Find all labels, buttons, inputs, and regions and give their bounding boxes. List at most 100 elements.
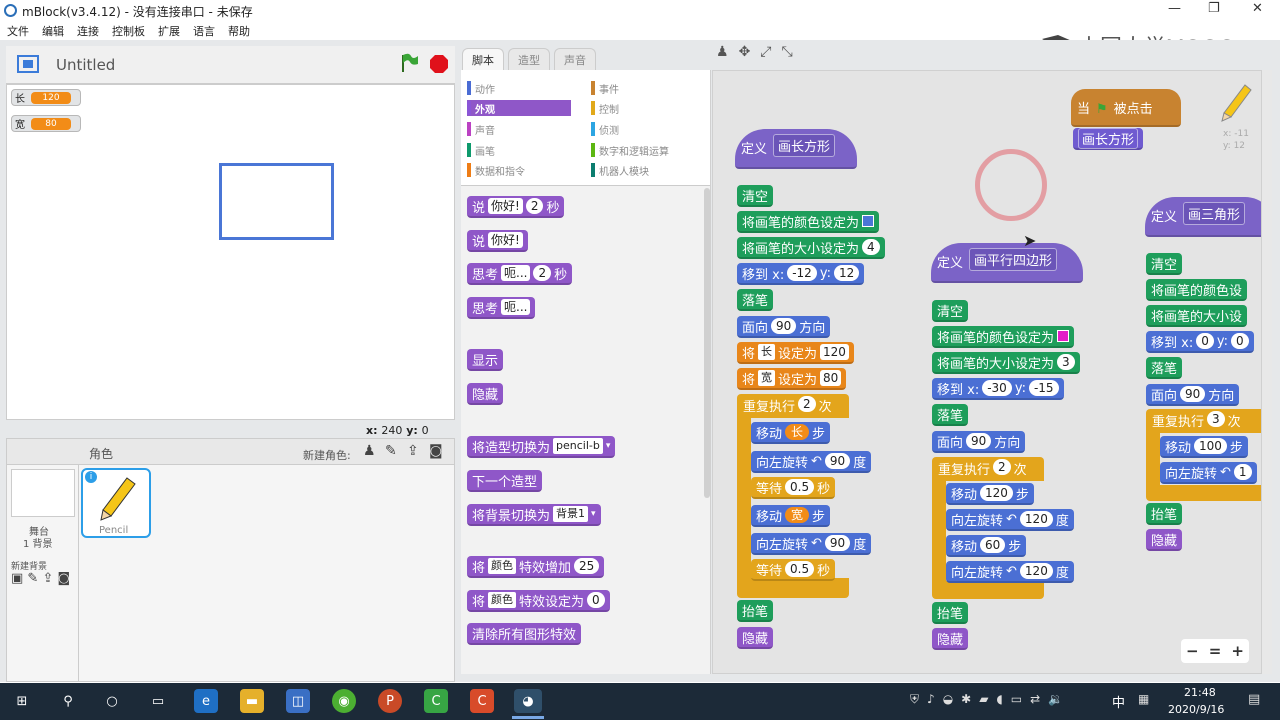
rect-set-pen-color[interactable]: 将画笔的颜色设定为 [737,211,880,233]
menu-edit[interactable]: 编辑 [42,23,64,39]
rect-hide[interactable]: 隐藏 [737,627,774,649]
menu-extensions[interactable]: 扩展 [158,23,180,39]
stop-icon[interactable] [429,54,449,74]
sprite-thumbnail-pencil[interactable]: i Pencil [81,468,151,538]
system-tray-icons[interactable]: ⛨ ♪ ◒ ✱ ▰ ◖ ▭ ⇄ 🔉 [910,692,1063,707]
define-triangle-hat[interactable]: 定义 画三角形 [1145,197,1261,237]
when-flag-clicked-hat[interactable]: 当 ⚑ 被点击 [1071,89,1181,127]
camera-sprite-icon[interactable]: ◙ [429,443,443,459]
close-button[interactable]: ✕ [1252,1,1263,16]
para-goto-xy[interactable]: 移到 x: -30 y: -15 [932,378,1064,400]
tri-turn[interactable]: 向左旋转 ↶ 1 [1160,462,1257,484]
delete-tool-icon[interactable]: ✥ [739,44,751,60]
task-view-icon[interactable]: ▭ [146,689,170,713]
rect-move-width[interactable]: 移动宽步 [751,505,831,527]
clock-date[interactable]: 2020/9/16 [1168,703,1224,716]
para-set-pen-size[interactable]: 将画笔的大小设定为 3 [932,352,1080,374]
store-icon[interactable]: ◫ [286,689,310,713]
tab-costumes[interactable]: 造型 [508,48,550,70]
rect-move-length[interactable]: 移动长步 [751,422,831,444]
menu-language[interactable]: 语言 [193,23,215,39]
tri-pen-down[interactable]: 落笔 [1146,357,1183,379]
menu-help[interactable]: 帮助 [228,23,250,39]
edge-icon[interactable]: e [194,689,218,713]
fullscreen-icon[interactable] [16,54,40,74]
powerpoint-icon[interactable]: P [378,689,402,713]
camtasia-green-icon[interactable]: C [424,689,448,713]
define-parallelogram-hat[interactable]: 定义 画平行四边形 [931,243,1083,283]
tri-clear[interactable]: 清空 [1146,253,1183,275]
tri-pen-up[interactable]: 抬笔 [1146,503,1183,525]
script-scrollbar[interactable] [1262,70,1272,674]
para-move-2[interactable]: 移动 60 步 [946,535,1027,557]
block-change-effect[interactable]: 将颜色 特效增加 25 [467,556,605,578]
camtasia-red-icon[interactable]: C [470,689,494,713]
zoom-out-icon[interactable]: − [1186,642,1199,660]
block-clear-effects[interactable]: 清除所有图形特效 [467,623,582,645]
para-point-direction[interactable]: 面向 90 方向 [932,431,1026,453]
green-flag-icon[interactable] [398,52,420,74]
rect-wait-1[interactable]: 等待 0.5 秒 [751,477,836,499]
block-next-costume[interactable]: 下一个造型 [467,470,543,492]
tri-set-pen-color[interactable]: 将画笔的颜色设 [1146,279,1248,301]
block-hide[interactable]: 隐藏 [467,383,504,405]
cortana-icon[interactable]: ○ [100,689,124,713]
mblock-taskbar-icon[interactable]: ◕ [514,689,542,713]
rect-point-direction[interactable]: 面向 90 方向 [737,316,831,338]
category-operators[interactable]: 数字和逻辑运算 [591,142,709,158]
rect-set-pen-size[interactable]: 将画笔的大小设定为 4 [737,237,885,259]
para-set-pen-color[interactable]: 将画笔的颜色设定为 [932,326,1075,348]
shrink-tool-icon[interactable]: ⤡ [782,44,793,60]
info-icon[interactable]: i [85,471,97,483]
para-move-1[interactable]: 移动 120 步 [946,483,1034,505]
para-pen-down[interactable]: 落笔 [932,404,969,426]
block-switch-costume[interactable]: 将造型切换为 pencil-b ▾ [467,436,616,458]
call-rectangle-block[interactable]: 画长方形 [1073,127,1144,150]
duplicate-tool-icon[interactable]: ♟ [716,44,729,60]
ime-indicator[interactable]: 中 [1112,692,1125,711]
tri-goto-xy[interactable]: 移到 x: 0 y: 0 [1146,331,1254,353]
maximize-button[interactable]: ❐ [1208,1,1220,16]
pen-color-swatch[interactable] [1057,330,1070,342]
browser-icon[interactable]: ◉ [332,689,356,713]
category-events[interactable]: 事件 [591,80,695,96]
para-pen-up[interactable]: 抬笔 [932,602,969,624]
notification-icon[interactable]: ▤ [1248,692,1260,707]
keyboard-icon[interactable]: ▦ [1138,692,1149,706]
clock-time[interactable]: 21:48 [1184,686,1216,699]
tri-point-direction[interactable]: 面向 90 方向 [1146,384,1240,406]
para-hide[interactable]: 隐藏 [932,628,969,650]
stage-canvas[interactable]: 长 120 宽 80 [6,84,455,420]
rect-set-length[interactable]: 将长设定为 120 [737,342,854,364]
rect-clear[interactable]: 清空 [737,185,774,207]
zoom-in-icon[interactable]: + [1231,642,1244,660]
block-think-for-secs[interactable]: 思考 呃... 2 秒 [467,263,573,285]
rect-set-width[interactable]: 将宽设定为 80 [737,368,847,390]
category-data[interactable]: 数据和指令 [467,162,571,178]
category-pen[interactable]: 画笔 [467,142,571,158]
category-looks[interactable]: 外观 [467,100,571,116]
define-rectangle-hat[interactable]: 定义 画长方形 [735,129,857,169]
block-show[interactable]: 显示 [467,349,504,371]
rect-turn-left-2[interactable]: 向左旋转 ↶ 90 度 [751,533,872,555]
tri-set-pen-size[interactable]: 将画笔的大小设 [1146,305,1248,327]
rect-pen-down[interactable]: 落笔 [737,289,774,311]
menu-connect[interactable]: 连接 [77,23,99,39]
category-motion[interactable]: 动作 [467,80,571,96]
category-robots[interactable]: 机器人模块 [591,162,695,178]
search-icon[interactable]: ⚲ [56,689,80,713]
category-sensing[interactable]: 侦测 [591,121,695,137]
project-title[interactable]: Untitled [56,56,115,74]
block-set-effect[interactable]: 将颜色 特效设定为 0 [467,590,610,612]
para-clear[interactable]: 清空 [932,300,969,322]
file-explorer-icon[interactable]: ▬ [240,689,264,713]
rect-wait-2[interactable]: 等待 0.5 秒 [751,559,836,581]
windows-start-icon[interactable]: ⊞ [10,689,34,713]
paint-sprite-icon[interactable]: ✎ [385,443,397,459]
library-sprite-icon[interactable]: ♟ [363,443,376,459]
block-switch-backdrop[interactable]: 将背景切换为 背景1 ▾ [467,504,601,526]
tab-scripts[interactable]: 脚本 [462,48,504,70]
menu-board[interactable]: 控制板 [112,23,145,39]
palette-scrollbar[interactable] [704,188,710,498]
category-control[interactable]: 控制 [591,100,695,116]
